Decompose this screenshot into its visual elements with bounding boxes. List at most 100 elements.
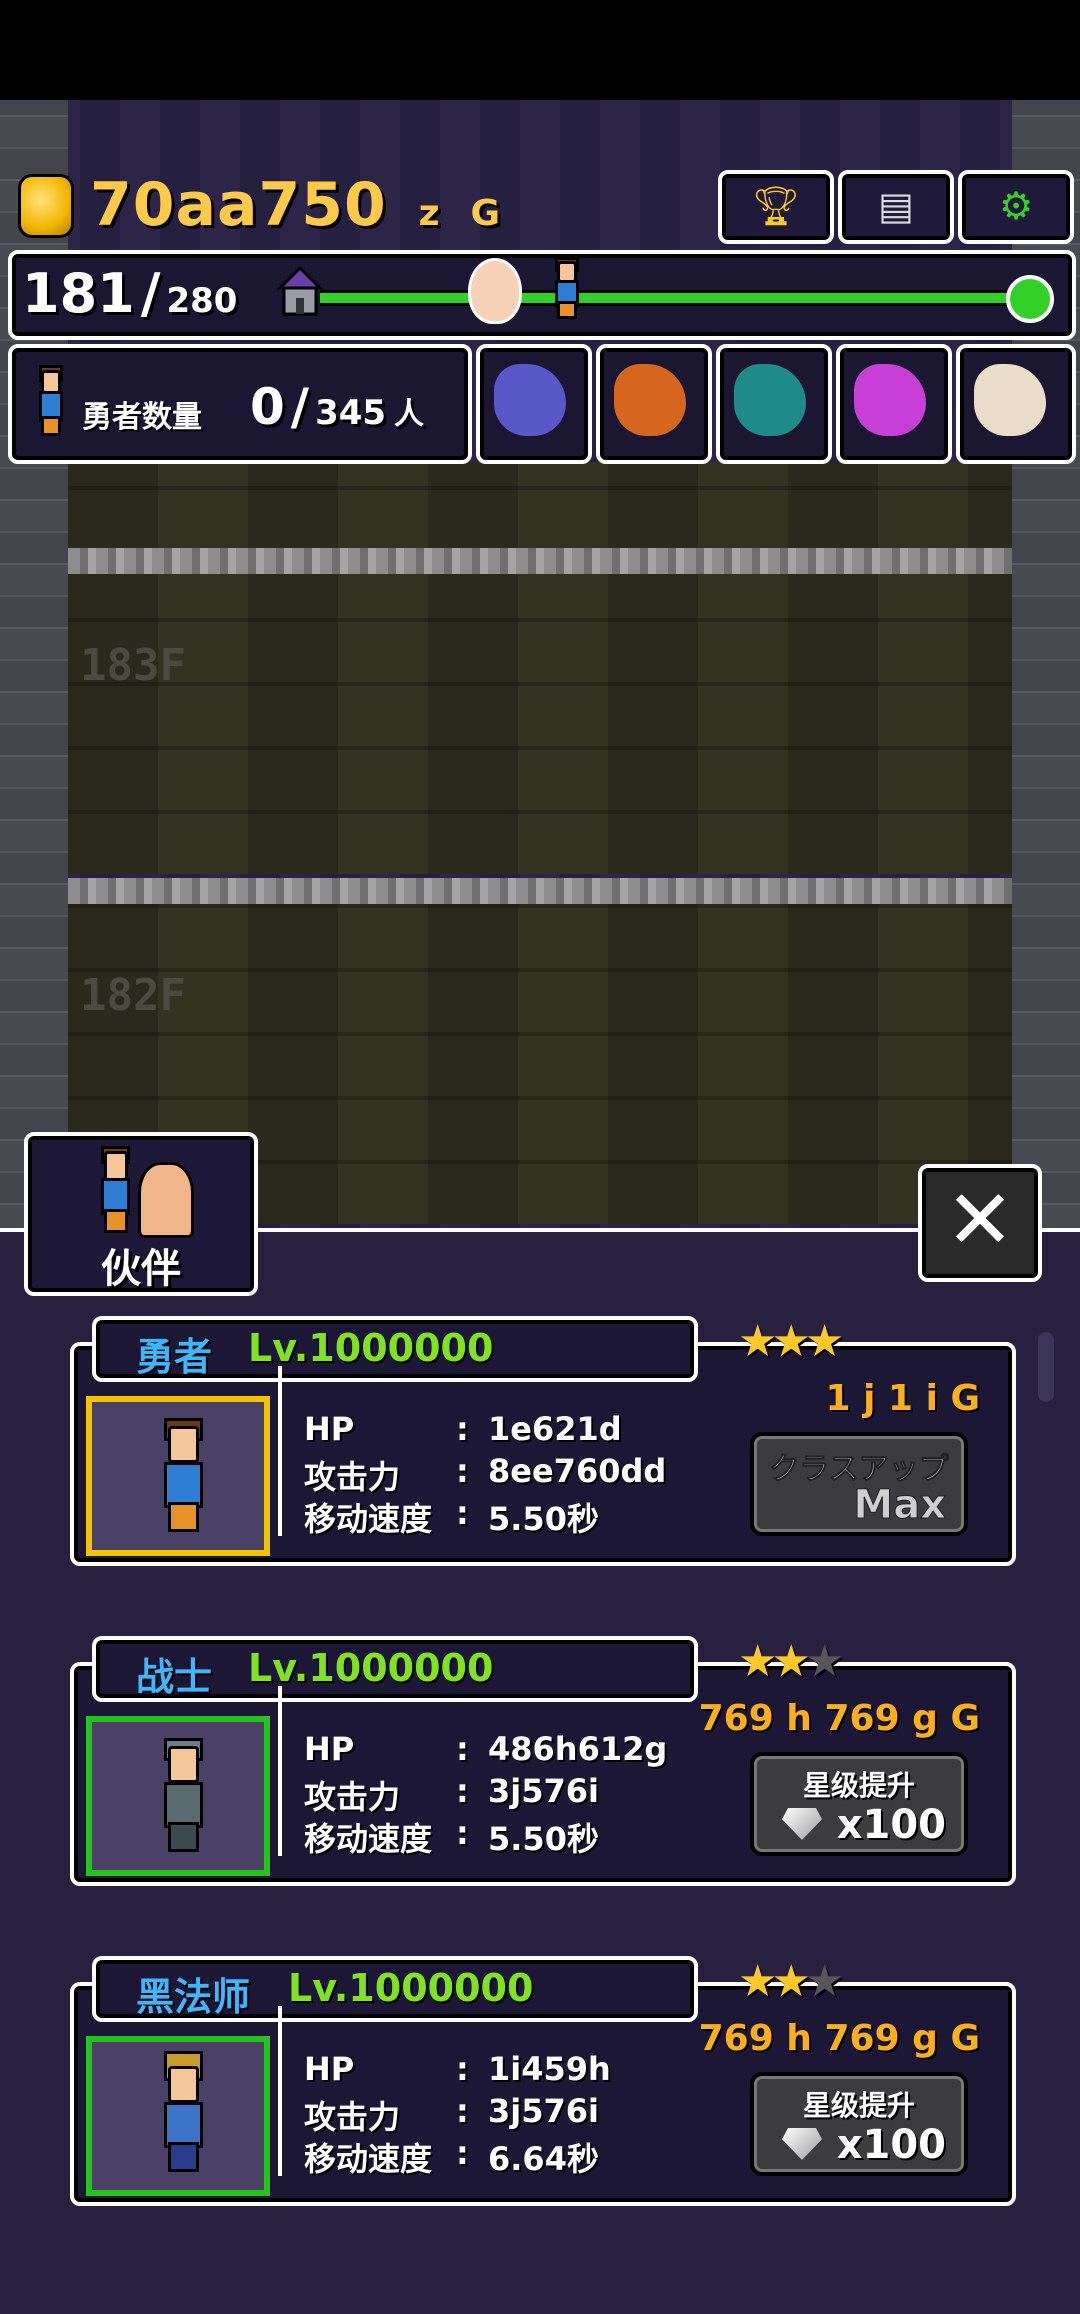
trophy-icon: 🏆︎ bbox=[751, 184, 801, 228]
stat-label-hp: HP bbox=[304, 1410, 355, 1448]
companion-icon bbox=[138, 1162, 194, 1238]
stat-colon: : bbox=[456, 2050, 469, 2088]
stat-value-hp: 486h612g bbox=[488, 1730, 668, 1768]
hero-portrait[interactable] bbox=[86, 2036, 270, 2196]
coin-icon bbox=[18, 174, 74, 238]
hero-marker-icon bbox=[536, 256, 588, 320]
party-tab-label: 伙伴 bbox=[101, 1246, 181, 1292]
hero-icon bbox=[20, 364, 72, 437]
stat-value-atk: 8ee760dd bbox=[488, 1452, 667, 1490]
diamond-icon bbox=[782, 2128, 822, 2160]
stat-colon: : bbox=[456, 1730, 469, 1768]
hero-level: Lv.1000000 bbox=[288, 1966, 534, 2010]
star-icon: ★ bbox=[738, 1636, 778, 1687]
diamond-icon bbox=[782, 1808, 822, 1840]
status-bar bbox=[0, 0, 1080, 100]
document-icon: ▤ bbox=[878, 184, 914, 228]
party-tab[interactable]: 伙伴 bbox=[24, 1132, 258, 1296]
class-up-button[interactable]: クラスアップ Max bbox=[750, 1432, 968, 1536]
boss-slot-dragon[interactable] bbox=[596, 344, 712, 464]
star-icon: ★ bbox=[771, 1636, 811, 1687]
stat-label-speed: 移动速度 bbox=[304, 2140, 433, 2178]
stat-value-atk: 3j576i bbox=[488, 2092, 599, 2130]
hero-count-unit: 人 bbox=[394, 397, 425, 432]
star-icon: ★ bbox=[738, 1956, 778, 2007]
gold-unit: G bbox=[470, 193, 502, 234]
hero-card-header: 战士 Lv.1000000 bbox=[92, 1636, 698, 1702]
settings-button[interactable]: ⚙ bbox=[958, 170, 1074, 244]
trophy-button[interactable]: 🏆︎ bbox=[718, 170, 834, 244]
star-icon: ★ bbox=[804, 1316, 845, 1367]
card-divider bbox=[278, 2006, 282, 2176]
card-divider bbox=[278, 1686, 282, 1856]
hero-name: 战士 bbox=[136, 1655, 213, 1699]
hero-card-header: 勇者 Lv.1000000 bbox=[92, 1316, 698, 1382]
upgrade-cost: 769 h 769 g G bbox=[698, 2018, 980, 2059]
stat-label-atk: 攻击力 bbox=[304, 1778, 401, 1816]
stat-colon: : bbox=[456, 1452, 469, 1490]
close-button[interactable]: ✕ bbox=[918, 1164, 1042, 1282]
floor-label-182: 182F bbox=[80, 970, 186, 1021]
star-empty-icon: ★ bbox=[804, 1956, 845, 2007]
hero-count-slash: / bbox=[290, 378, 310, 436]
hero-name: 黑法师 bbox=[136, 1975, 251, 2019]
floor-183 bbox=[68, 574, 1012, 874]
floor-slash: / bbox=[140, 262, 161, 325]
upgrade-cost: 769 h 769 g G bbox=[698, 1698, 980, 1739]
hero-count-label: 勇者数量 bbox=[82, 400, 202, 435]
boss-slot-wyvern[interactable] bbox=[836, 344, 952, 464]
stat-value-speed: 5.50秒 bbox=[488, 1500, 599, 1538]
floor-ledge bbox=[68, 548, 1012, 574]
boss-slot-serpent[interactable] bbox=[716, 344, 832, 464]
stat-value-speed: 5.50秒 bbox=[488, 1820, 599, 1858]
hero-level: Lv.1000000 bbox=[248, 1326, 494, 1370]
upgrade-cost: 1 j 1 i G bbox=[825, 1378, 980, 1419]
star-rating: ★★★ bbox=[738, 1636, 845, 1687]
stat-label-speed: 移动速度 bbox=[304, 1820, 433, 1858]
star-up-cost: x100 bbox=[836, 2122, 946, 2168]
eagle-boss-icon bbox=[974, 364, 1046, 436]
progress-end-marker bbox=[1006, 275, 1054, 323]
star-empty-icon: ★ bbox=[804, 1636, 845, 1687]
stat-label-hp: HP bbox=[304, 2050, 355, 2088]
stat-value-atk: 3j576i bbox=[488, 1772, 599, 1810]
star-up-button[interactable]: 星级提升 x100 bbox=[750, 2072, 968, 2176]
log-button[interactable]: ▤ bbox=[838, 170, 954, 244]
star-up-label: 星级提升 bbox=[802, 1769, 915, 1802]
stat-colon: : bbox=[456, 1772, 469, 1810]
close-icon: ✕ bbox=[945, 1173, 1015, 1268]
gold-main: 70aa750 bbox=[90, 170, 387, 240]
stat-colon: : bbox=[456, 1814, 469, 1852]
star-up-cost: x100 bbox=[836, 1802, 946, 1848]
hero-count-max: 345 bbox=[315, 393, 387, 433]
class-up-status: Max bbox=[853, 1482, 947, 1529]
stat-colon: : bbox=[456, 2092, 469, 2130]
stat-colon: : bbox=[456, 1494, 469, 1532]
scrollbar[interactable] bbox=[1038, 1332, 1054, 1402]
floor-ledge bbox=[68, 878, 1012, 904]
gold-suffix: z bbox=[418, 193, 441, 234]
star-up-button[interactable]: 星级提升 x100 bbox=[750, 1752, 968, 1856]
stat-label-atk: 攻击力 bbox=[304, 1458, 401, 1496]
stat-colon: : bbox=[456, 1410, 469, 1448]
stat-colon: : bbox=[456, 2134, 469, 2172]
floor-current: 181 bbox=[22, 262, 135, 325]
gear-icon: ⚙ bbox=[998, 184, 1034, 228]
boss-marker-icon bbox=[468, 258, 522, 324]
boss-slot-knight[interactable] bbox=[476, 344, 592, 464]
stat-value-hp: 1e621d bbox=[488, 1410, 622, 1448]
stat-label-hp: HP bbox=[304, 1730, 355, 1768]
dragon-boss-icon bbox=[614, 364, 686, 436]
progress-track bbox=[320, 290, 1030, 306]
hero-portrait[interactable] bbox=[86, 1716, 270, 1876]
star-icon: ★ bbox=[738, 1316, 778, 1367]
knight-boss-icon bbox=[494, 364, 566, 436]
card-divider bbox=[278, 1366, 282, 1536]
stat-value-speed: 6.64秒 bbox=[488, 2140, 599, 2178]
serpent-boss-icon bbox=[734, 364, 806, 436]
hero-card-header: 黑法师 Lv.1000000 bbox=[92, 1956, 698, 2022]
hero-portrait[interactable] bbox=[86, 1396, 270, 1556]
star-rating: ★★★ bbox=[738, 1316, 845, 1367]
boss-slot-eagle[interactable] bbox=[956, 344, 1076, 464]
gold-amount: 70aa750 z G bbox=[90, 170, 501, 240]
